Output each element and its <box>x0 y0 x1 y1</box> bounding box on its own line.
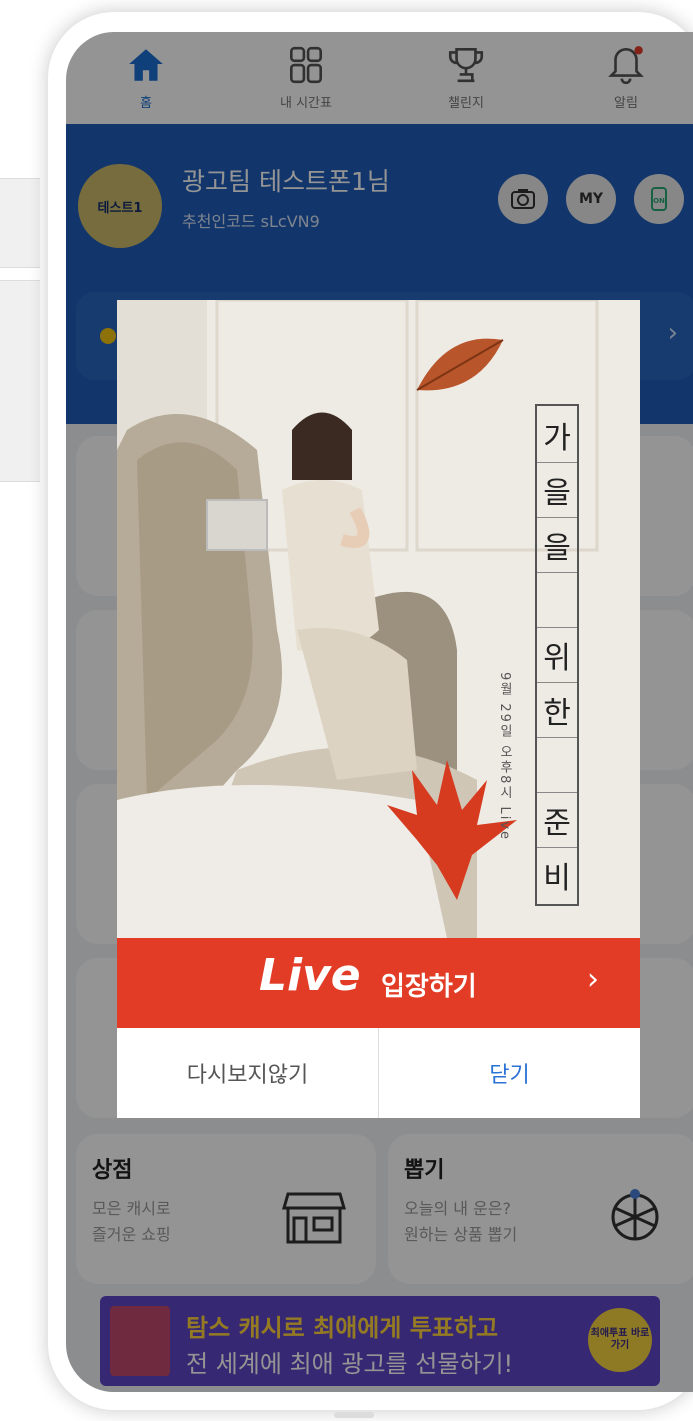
title-char: 을 <box>537 518 577 573</box>
title-char: 가 <box>537 408 577 463</box>
ad-image[interactable]: 가 을 을 위 한 준 비 9월 29일 오후8시 Live <box>117 300 640 938</box>
enter-label: 입장하기 <box>381 972 477 1002</box>
dont-show-again-button[interactable]: 다시보지않기 <box>117 1028 379 1118</box>
title-char: 한 <box>537 683 577 738</box>
chevron-right-icon: › <box>587 962 599 997</box>
title-char <box>537 573 577 628</box>
home-indicator <box>334 1412 374 1418</box>
ad-subtitle: 9월 29일 오후8시 Live <box>497 672 512 842</box>
title-char: 준 <box>537 793 577 848</box>
title-char: 비 <box>543 861 571 896</box>
modal-footer: 다시보지않기 닫기 <box>117 1028 640 1118</box>
ad-vertical-title: 가 을 을 위 한 준 비 <box>535 404 579 906</box>
title-char: 위 <box>537 628 577 683</box>
close-button[interactable]: 닫기 <box>379 1028 640 1118</box>
background-artifact <box>0 178 40 268</box>
ad-popup: 가 을 을 위 한 준 비 9월 29일 오후8시 Live Live 입장하기… <box>117 300 640 1118</box>
title-char <box>537 738 577 793</box>
live-enter-button[interactable]: Live 입장하기 › <box>117 938 640 1028</box>
background-artifact <box>0 280 40 482</box>
title-char: 을 <box>537 463 577 518</box>
live-label: Live <box>259 950 361 1001</box>
